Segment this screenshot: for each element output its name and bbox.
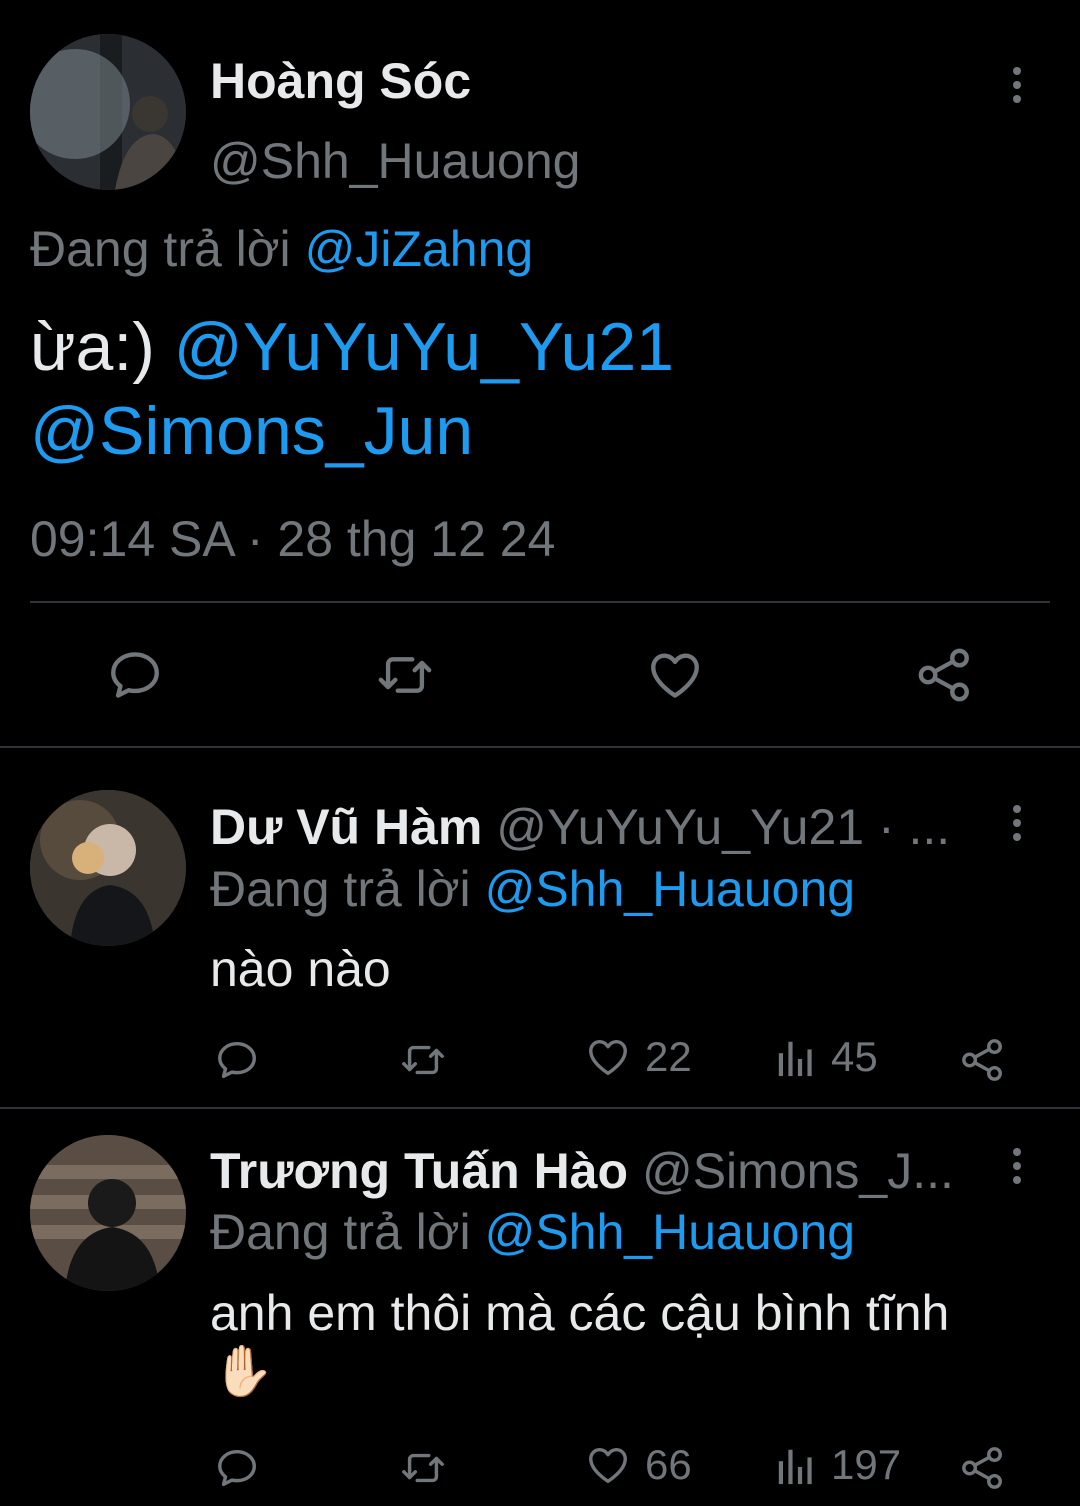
views-button[interactable]: 45: [775, 1033, 878, 1081]
reply-icon[interactable]: [212, 1443, 262, 1493]
like-icon[interactable]: [645, 645, 705, 705]
like-icon: [589, 1447, 627, 1484]
avatar[interactable]: [30, 790, 186, 946]
retweet-icon[interactable]: [372, 645, 438, 705]
views-icon: [778, 1041, 812, 1077]
more-icon[interactable]: [1011, 1148, 1023, 1184]
reply-prefix: Đang trả lời: [30, 221, 291, 277]
share-icon[interactable]: [958, 1035, 1008, 1085]
share-icon[interactable]: [915, 645, 975, 705]
reply-context: Đang trả lời @Shh_Huauong: [210, 860, 855, 918]
avatar[interactable]: [30, 1135, 186, 1291]
display-name[interactable]: Dư Vũ Hàm: [210, 799, 482, 855]
views-button[interactable]: 197: [775, 1441, 901, 1489]
reply-prefix: Đang trả lời: [210, 861, 471, 917]
user-handle[interactable]: @Shh_Huauong: [210, 132, 580, 190]
reply-to-link[interactable]: @Shh_Huauong: [485, 861, 855, 917]
divider: [30, 601, 1050, 603]
user-handle[interactable]: @YuYuYu_Yu21 · ...: [496, 799, 950, 855]
views-count: 45: [831, 1033, 878, 1080]
reply-context: Đang trả lời @Shh_Huauong: [210, 1203, 855, 1261]
reply-text: nào nào: [210, 941, 391, 997]
tweet-body: ừa:): [30, 309, 155, 385]
mention-link[interactable]: @Simons_Jun: [30, 393, 473, 469]
divider: [0, 1107, 1080, 1109]
display-name[interactable]: Hoàng Sóc: [210, 52, 471, 110]
more-icon[interactable]: [1011, 805, 1023, 841]
reply-to-link[interactable]: @JiZahng: [305, 221, 534, 277]
reply-prefix: Đang trả lời: [210, 1204, 471, 1260]
share-icon[interactable]: [958, 1443, 1008, 1493]
avatar[interactable]: [30, 34, 186, 190]
reply-header: Trương Tuấn Hào @Simons_J...: [210, 1142, 980, 1200]
raised-hand-emoji: ✋🏻: [212, 1343, 275, 1399]
tweet-text: ừa:) @YuYuYu_Yu21 @Simons_Jun: [30, 305, 1050, 473]
like-count: 22: [645, 1033, 692, 1080]
reply-header: Dư Vũ Hàm @YuYuYu_Yu21 · ...: [210, 798, 970, 856]
reply-context: Đang trả lời @JiZahng: [30, 220, 533, 278]
views-count: 197: [831, 1441, 902, 1488]
user-handle[interactable]: @Simons_J...: [642, 1143, 954, 1199]
divider: [0, 746, 1080, 748]
like-icon: [589, 1039, 627, 1076]
retweet-icon[interactable]: [395, 1035, 451, 1085]
like-count: 66: [645, 1441, 692, 1488]
reply-icon[interactable]: [105, 645, 165, 705]
reply-icon[interactable]: [212, 1035, 262, 1085]
mention-link[interactable]: @YuYuYu_Yu21: [174, 309, 674, 385]
like-button[interactable]: 66: [585, 1441, 692, 1489]
more-icon[interactable]: [1011, 67, 1023, 103]
like-button[interactable]: 22: [585, 1033, 692, 1081]
reply-text: anh em thôi mà các cậu bình tĩnh: [210, 1285, 950, 1341]
views-icon: [778, 1449, 812, 1485]
reply-to-link[interactable]: @Shh_Huauong: [485, 1204, 855, 1260]
display-name[interactable]: Trương Tuấn Hào: [210, 1143, 628, 1199]
retweet-icon[interactable]: [395, 1443, 451, 1493]
timestamp[interactable]: 09:14 SA · 28 thg 12 24: [30, 510, 555, 568]
